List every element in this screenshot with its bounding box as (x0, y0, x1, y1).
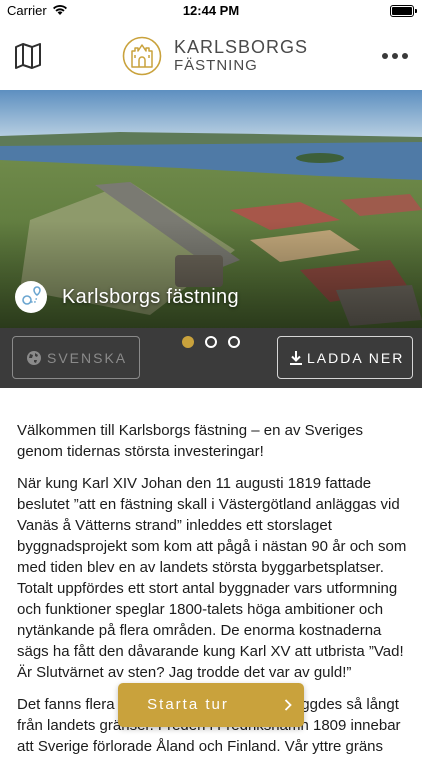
download-icon (290, 351, 302, 365)
battery-icon (390, 5, 417, 17)
hero-title: Karlsborgs fästning (62, 286, 239, 308)
fortress-logo-icon (122, 36, 162, 76)
brand-line-2: FÄSTNING (174, 57, 258, 74)
download-button[interactable]: LADDA NER (277, 336, 413, 379)
hero-banner[interactable]: Karlsborgs fästning (0, 90, 422, 328)
download-label: LADDA NER (307, 350, 405, 366)
language-button[interactable]: SVENSKA (12, 336, 140, 379)
globe-icon (27, 351, 41, 365)
start-tour-button[interactable]: Starta tur (118, 683, 304, 727)
chevron-right-icon (284, 699, 292, 711)
article-paragraph: Välkommen till Karlsborgs fästning – en … (17, 422, 363, 460)
page-dot-3[interactable] (228, 336, 240, 348)
start-tour-label: Starta tur (147, 696, 229, 713)
brand-line-1: KARLSBORGS (174, 37, 309, 57)
carousel-pager[interactable] (182, 336, 242, 348)
page-dot-2[interactable] (205, 336, 217, 348)
map-icon[interactable] (14, 42, 42, 70)
controls-bar: SVENSKA LADDA NER (0, 328, 422, 388)
more-icon[interactable] (382, 51, 410, 61)
brand-name: KARLSBORGS FÄSTNING (174, 37, 308, 75)
navigation-bar: KARLSBORGS FÄSTNING (0, 22, 422, 90)
clock: 12:44 PM (182, 3, 240, 18)
page-dot-1[interactable] (182, 336, 194, 348)
article-paragraph: När kung Karl XIV Johan den 11 augusti 1… (17, 475, 407, 681)
language-label: SVENSKA (47, 350, 128, 366)
location-route-icon (15, 281, 47, 313)
status-bar: Carrier 12:44 PM (0, 0, 422, 22)
